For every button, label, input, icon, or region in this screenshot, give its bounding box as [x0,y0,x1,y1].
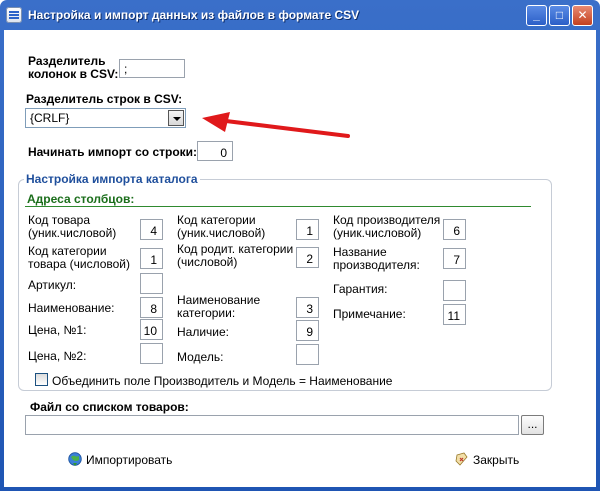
warranty-label: Гарантия: [333,282,388,296]
browse-button[interactable]: ... [521,415,544,435]
maximize-button[interactable]: □ [549,5,570,26]
catalog-group-box [18,179,552,391]
note-label: Примечание: [333,307,406,321]
globe-arrow-icon [68,452,82,466]
category-code-label: Код категории [177,213,256,227]
close-window-button[interactable]: ✕ [572,5,593,26]
category-code-label-2: (уник.числовой) [177,226,266,240]
article-input[interactable] [140,273,163,294]
availability-input[interactable]: 9 [296,320,319,341]
merge-checkbox-label[interactable]: Объединить поле Производитель и Модель =… [52,374,392,388]
product-code-input[interactable]: 4 [140,219,163,240]
catalog-group-title: Настройка импорта каталога [24,172,200,186]
merge-checkbox[interactable] [35,373,48,386]
file-path-input[interactable] [25,415,519,435]
dialog-body: Разделитель колонок в CSV: Разделитель с… [4,30,596,487]
app-window: Настройка и импорт данных из файлов в фо… [0,0,600,491]
product-category-label-2: товара (числовой) [28,257,131,271]
category-name-label-2: категории: [177,306,236,320]
parent-category-label-2: (числовой) [177,255,238,269]
column-separator-input[interactable] [119,59,185,78]
name-input[interactable]: 8 [140,297,163,318]
category-name-label: Наименование [177,293,261,307]
app-icon [6,7,22,23]
close-button[interactable]: Закрыть [455,450,535,470]
availability-label: Наличие: [177,325,230,339]
product-code-label: Код товара [28,213,91,227]
manufacturer-name-input[interactable]: 7 [443,248,466,269]
parent-category-input[interactable]: 2 [296,247,319,268]
manufacturer-code-label: Код производителя [333,213,441,227]
file-label: Файл со списком товаров: [30,400,189,414]
warranty-input[interactable] [443,280,466,301]
row-sep-label: Разделитель строк в CSV: [26,92,183,106]
title-bar[interactable]: Настройка и импорт данных из файлов в фо… [0,0,600,30]
manufacturer-name-label-2: производителя: [333,258,420,272]
price2-input[interactable] [140,343,163,364]
columns-section-title: Адреса столбцов: [27,192,135,206]
category-code-input[interactable]: 1 [296,219,319,240]
col-sep-label: Разделитель [28,54,106,68]
start-row-input[interactable] [197,141,233,161]
product-code-label-2: (уник.числовой) [28,226,117,240]
red-arrow-annotation [202,112,350,138]
price2-label: Цена, №2: [28,349,87,363]
section-divider [25,206,531,207]
manufacturer-code-input[interactable]: 6 [443,219,466,240]
note-input[interactable]: 11 [443,304,466,325]
start-row-label: Начинать импорт со строки: [28,145,198,159]
chevron-down-icon[interactable] [168,110,184,126]
product-category-input[interactable]: 1 [140,248,163,269]
product-category-label: Код категории [28,244,107,258]
category-name-input[interactable]: 3 [296,297,319,318]
model-label: Модель: [177,350,224,364]
minimize-button[interactable]: _ [526,5,547,26]
row-separator-value: {CRLF} [30,111,70,125]
price1-label: Цена, №1: [28,323,87,337]
manufacturer-code-label-2: (уник.числовой) [333,226,422,240]
import-button-label: Импортировать [86,453,173,467]
col-sep-label-2: колонок в CSV: [28,67,119,81]
parent-category-label: Код родит. категории [177,242,294,256]
row-separator-select[interactable]: {CRLF} [25,108,186,128]
name-label: Наименование: [28,301,115,315]
article-label: Артикул: [28,278,77,292]
close-button-label: Закрыть [473,453,520,467]
import-button[interactable]: Импортировать [68,450,178,470]
close-door-icon [455,452,468,466]
model-input[interactable] [296,344,319,365]
manufacturer-name-label: Название [333,245,387,259]
price1-input[interactable]: 10 [140,319,163,340]
window-title: Настройка и импорт данных из файлов в фо… [28,8,360,22]
